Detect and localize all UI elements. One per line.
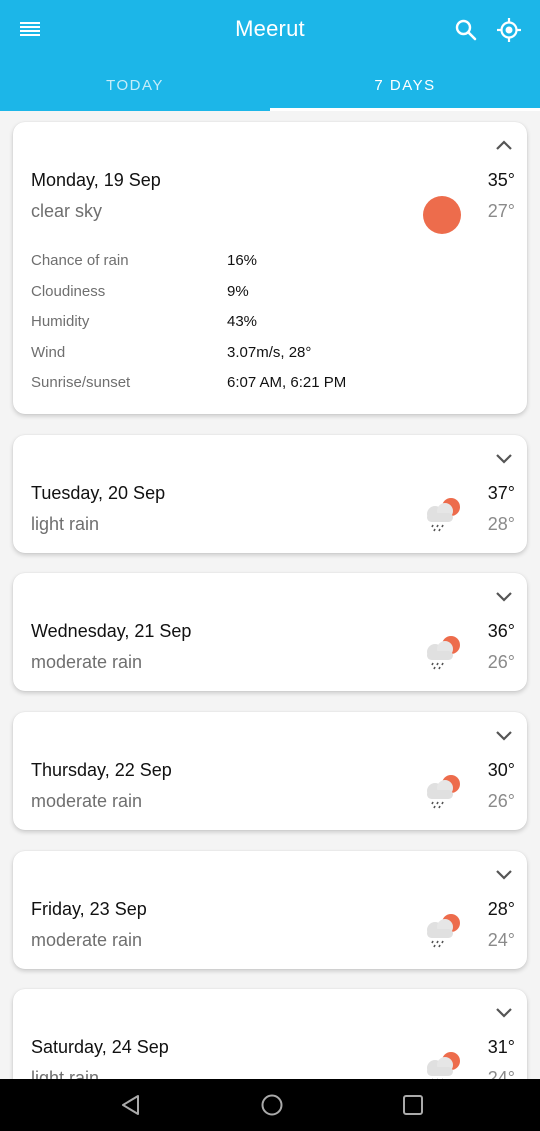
rain-icon xyxy=(421,772,463,812)
tab-bar: TODAY 7 DAYS xyxy=(0,62,540,111)
high-temp: 35° xyxy=(487,170,515,190)
day-label: Saturday, 24 Sep xyxy=(31,1037,169,1057)
weather-description: light rain xyxy=(31,1068,100,1079)
rain-icon xyxy=(421,911,463,951)
system-nav-bar xyxy=(0,1079,540,1131)
detail-value: 9% xyxy=(227,282,249,300)
detail-value: 16% xyxy=(227,252,258,269)
chevron-down-icon[interactable] xyxy=(493,585,515,607)
detail-value: 43% xyxy=(227,313,258,330)
home-icon[interactable] xyxy=(259,1092,285,1118)
detail-label: Sunrise/sunset xyxy=(31,374,131,391)
detail-row-cloudiness: Cloudiness 9% xyxy=(31,283,511,314)
weather-description: clear sky xyxy=(31,201,103,221)
day-label: Friday, 23 Sep xyxy=(31,899,147,919)
detail-value: 6:07 AM, 6:21 PM xyxy=(227,374,347,391)
detail-label: Wind xyxy=(31,343,66,361)
weather-description: moderate rain xyxy=(31,652,143,672)
day-label: Tuesday, 20 Sep xyxy=(31,483,166,503)
weather-description: moderate rain xyxy=(31,791,143,811)
detail-label: Cloudiness xyxy=(31,282,106,300)
recents-icon[interactable] xyxy=(400,1092,426,1118)
low-temp: 24° xyxy=(487,930,515,950)
detail-row-wind: Wind 3.07m/s, 28° xyxy=(31,344,511,375)
forecast-card-tuesday[interactable]: Tuesday, 20 Sep light rain 37° 28° xyxy=(13,435,527,553)
detail-row-humidity: Humidity 43% xyxy=(31,313,511,344)
low-temp: 24° xyxy=(487,1068,515,1079)
chevron-down-icon[interactable] xyxy=(493,447,515,469)
chevron-down-icon[interactable] xyxy=(493,1001,515,1023)
detail-value: 3.07m/s, 28° xyxy=(227,343,312,361)
forecast-card-thursday[interactable]: Thursday, 22 Sep moderate rain 30° 26° xyxy=(13,712,527,830)
rain-icon xyxy=(421,1049,463,1079)
app-bar: Meerut TODAY 7 DAYS xyxy=(0,0,540,111)
forecast-card-monday[interactable]: Monday, 19 Sep clear sky 35° 27° Chance … xyxy=(13,122,527,414)
low-temp: 27° xyxy=(487,201,515,221)
weather-description: light rain xyxy=(31,514,100,534)
detail-row-chance-of-rain: Chance of rain 16% xyxy=(31,252,511,283)
high-temp: 31° xyxy=(487,1037,515,1057)
rain-icon xyxy=(421,495,463,535)
clear-sky-icon xyxy=(423,196,461,234)
low-temp: 26° xyxy=(487,652,515,672)
weather-description: moderate rain xyxy=(31,930,143,950)
tab-today[interactable]: TODAY xyxy=(0,62,270,111)
day-label: Wednesday, 21 Sep xyxy=(31,621,192,641)
forecast-list[interactable]: Monday, 19 Sep clear sky 35° 27° Chance … xyxy=(0,111,540,1079)
detail-label: Humidity xyxy=(31,313,90,330)
high-temp: 28° xyxy=(487,899,515,919)
detail-label: Chance of rain xyxy=(31,252,129,269)
high-temp: 30° xyxy=(487,760,515,780)
low-temp: 28° xyxy=(487,514,515,534)
day-label: Monday, 19 Sep xyxy=(31,170,161,190)
low-temp: 26° xyxy=(487,791,515,811)
chevron-down-icon[interactable] xyxy=(493,724,515,746)
rain-icon xyxy=(421,633,463,673)
back-icon[interactable] xyxy=(118,1092,144,1118)
detail-row-sunrise-sunset: Sunrise/sunset 6:07 AM, 6:21 PM xyxy=(31,374,511,405)
forecast-card-wednesday[interactable]: Wednesday, 21 Sep moderate rain 36° 26° xyxy=(13,573,527,691)
forecast-card-friday[interactable]: Friday, 23 Sep moderate rain 28° 24° xyxy=(13,851,527,969)
tab-7-days[interactable]: 7 DAYS xyxy=(270,62,540,111)
high-temp: 36° xyxy=(487,621,515,641)
chevron-down-icon[interactable] xyxy=(493,863,515,885)
my-location-icon[interactable] xyxy=(496,17,522,43)
high-temp: 37° xyxy=(487,483,515,503)
forecast-card-saturday[interactable]: Saturday, 24 Sep light rain 31° 24° xyxy=(13,989,527,1079)
day-label: Thursday, 22 Sep xyxy=(31,760,172,780)
details-table: Chance of rain 16% Cloudiness 9% Humidit… xyxy=(31,252,511,405)
chevron-up-icon[interactable] xyxy=(493,134,515,156)
search-icon[interactable] xyxy=(454,18,478,42)
